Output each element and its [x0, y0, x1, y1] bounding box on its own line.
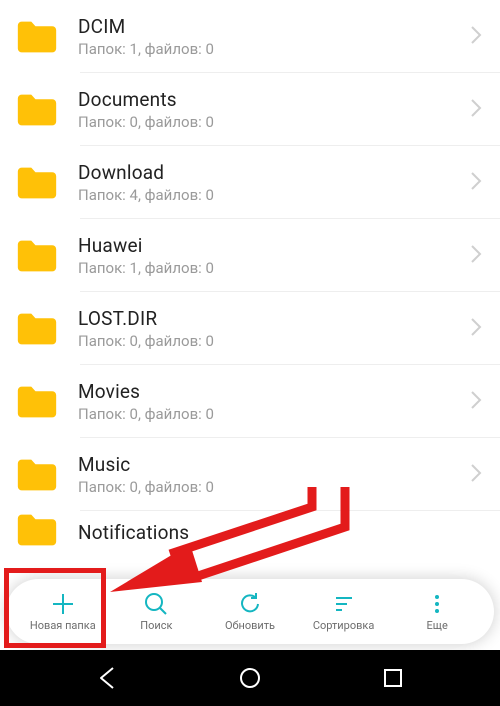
folder-meta: Папок: 4, файлов: 0 [78, 186, 462, 204]
folder-icon [10, 514, 64, 547]
folder-row[interactable]: Documents Папок: 0, файлов: 0 [0, 73, 500, 146]
folder-icon [10, 236, 64, 276]
folder-icon [10, 163, 64, 203]
chevron-right-icon [462, 23, 482, 51]
folder-meta: Папок: 1, файлов: 0 [78, 40, 462, 58]
folder-icon [10, 382, 64, 422]
folder-list: DCIM Папок: 1, файлов: 0 Documents Папок… [0, 0, 500, 598]
folder-meta: Папок: 0, файлов: 0 [78, 478, 462, 496]
toolbar-label: Обновить [225, 619, 275, 632]
folder-body: Music Папок: 0, файлов: 0 [78, 453, 462, 496]
toolbar-label: Еще [427, 619, 448, 632]
toolbar-label: Поиск [140, 619, 172, 632]
folder-meta: Папок: 0, файлов: 0 [78, 113, 462, 131]
folder-icon [10, 90, 64, 130]
android-navbar [0, 650, 500, 706]
folder-body: LOST.DIR Папок: 0, файлов: 0 [78, 307, 462, 350]
chevron-right-icon [462, 461, 482, 489]
folder-body: Notifications [78, 521, 482, 544]
folder-name: Notifications [78, 521, 482, 544]
folder-name: LOST.DIR [78, 307, 462, 330]
folder-icon [10, 17, 64, 57]
folder-body: DCIM Папок: 1, файлов: 0 [78, 15, 462, 58]
chevron-right-icon [462, 96, 482, 124]
toolbar-label: Новая папка [30, 619, 96, 632]
folder-name: Download [78, 161, 462, 184]
folder-name: Music [78, 453, 462, 476]
chevron-right-icon [462, 315, 482, 343]
new-folder-button[interactable]: Новая папка [16, 585, 110, 636]
more-button[interactable]: Еще [390, 585, 484, 636]
plus-icon [48, 589, 78, 619]
folder-icon [10, 309, 64, 349]
folder-row[interactable]: DCIM Папок: 1, файлов: 0 [0, 0, 500, 73]
refresh-icon [235, 589, 265, 619]
folder-row[interactable]: Music Папок: 0, файлов: 0 [0, 438, 500, 511]
folder-name: Movies [78, 380, 462, 403]
folder-name: Huawei [78, 234, 462, 257]
sort-icon [329, 589, 359, 619]
search-icon [141, 589, 171, 619]
more-vertical-icon [422, 589, 452, 619]
nav-home-button[interactable] [215, 665, 285, 691]
folder-row[interactable]: LOST.DIR Папок: 0, файлов: 0 [0, 292, 500, 365]
chevron-right-icon [462, 169, 482, 197]
folder-body: Huawei Папок: 1, файлов: 0 [78, 234, 462, 277]
nav-back-button[interactable] [73, 665, 143, 691]
folder-name: DCIM [78, 15, 462, 38]
chevron-right-icon [462, 388, 482, 416]
folder-body: Movies Папок: 0, файлов: 0 [78, 380, 462, 423]
folder-name: Documents [78, 88, 462, 111]
refresh-button[interactable]: Обновить [203, 585, 297, 636]
folder-meta: Папок: 1, файлов: 0 [78, 259, 462, 277]
toolbar-label: Сортировка [313, 619, 375, 632]
sort-button[interactable]: Сортировка [297, 585, 391, 636]
folder-row[interactable]: Download Папок: 4, файлов: 0 [0, 146, 500, 219]
search-button[interactable]: Поиск [110, 585, 204, 636]
folder-row[interactable]: Huawei Папок: 1, файлов: 0 [0, 219, 500, 292]
folder-icon [10, 455, 64, 495]
folder-body: Documents Папок: 0, файлов: 0 [78, 88, 462, 131]
nav-recent-button[interactable] [358, 666, 428, 690]
folder-row[interactable]: Notifications [0, 511, 500, 547]
folder-meta: Папок: 0, файлов: 0 [78, 332, 462, 350]
folder-row[interactable]: Movies Папок: 0, файлов: 0 [0, 365, 500, 438]
chevron-right-icon [462, 242, 482, 270]
folder-body: Download Папок: 4, файлов: 0 [78, 161, 462, 204]
folder-meta: Папок: 0, файлов: 0 [78, 405, 462, 423]
bottom-toolbar: Новая папка Поиск Обновить Сортировка Ещ… [6, 579, 494, 644]
